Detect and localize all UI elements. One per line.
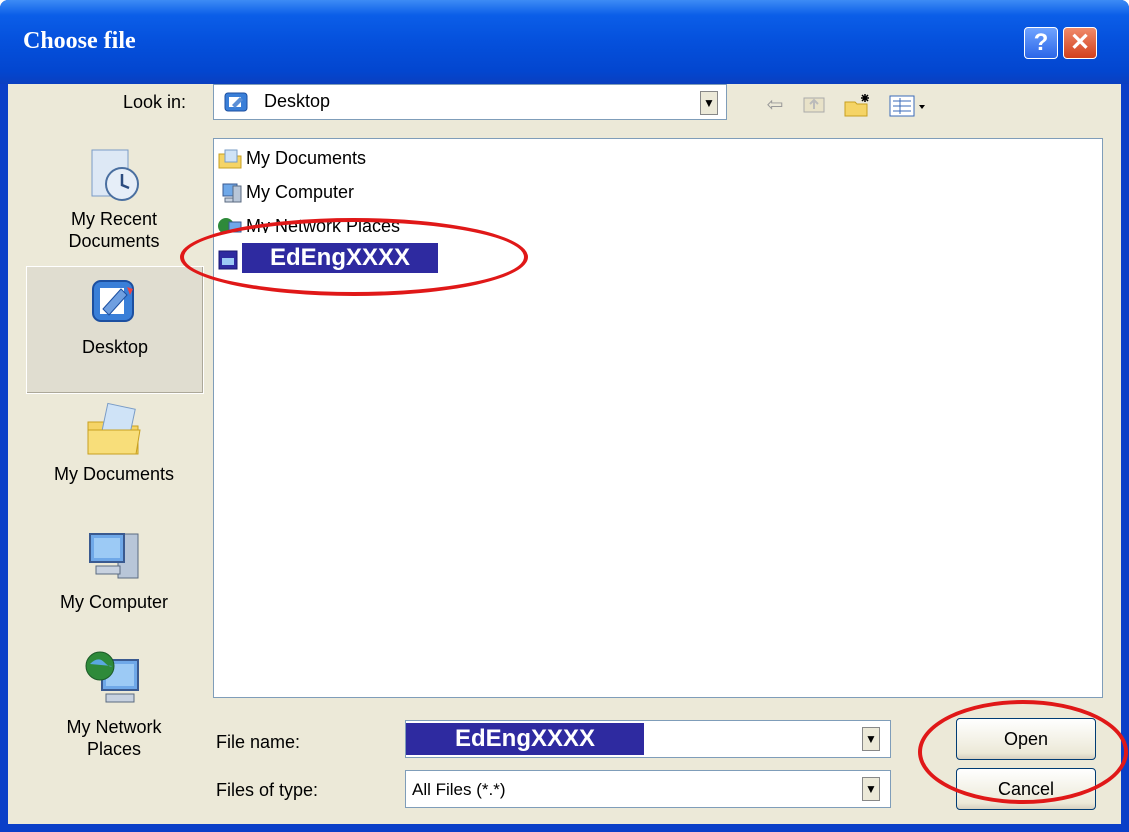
look-in-label: Look in: — [123, 92, 187, 112]
recent-documents-icon — [91, 149, 139, 201]
file-item-my-documents[interactable]: My Documents — [217, 143, 366, 173]
view-menu-icon[interactable] — [885, 92, 935, 118]
file-name: My Computer — [246, 182, 355, 202]
place-my-recent-documents[interactable]: My Recent Documents — [26, 144, 202, 262]
place-my-computer[interactable]: My Computer — [26, 526, 202, 630]
dialog-title: Choose file — [23, 28, 136, 54]
look-in-combo[interactable]: Desktop ▼ — [213, 84, 727, 120]
place-my-documents[interactable]: My Documents — [26, 400, 202, 504]
computer-icon — [222, 183, 242, 203]
help-button[interactable]: ? — [1024, 27, 1058, 59]
place-label: My Recent Documents — [68, 209, 160, 251]
files-of-type-dropdown-arrow[interactable]: ▼ — [862, 777, 880, 801]
network-places-icon — [85, 651, 139, 703]
file-name-dropdown-arrow[interactable]: ▼ — [862, 727, 880, 751]
places-bar: My Recent Documents Desktop My Documents… — [26, 138, 204, 802]
desktop-icon — [224, 92, 248, 112]
my-computer-icon — [89, 533, 139, 579]
file-name-input-value: EdEngXXXX — [406, 723, 644, 755]
look-in-dropdown-arrow[interactable]: ▼ — [700, 91, 718, 115]
annotation-circle-file — [180, 218, 528, 296]
file-name-combo[interactable]: EdEngXXXX ▼ — [405, 720, 891, 758]
my-documents-icon — [87, 402, 141, 455]
annotation-circle-open — [918, 700, 1128, 804]
close-button[interactable]: ✕ — [1063, 27, 1097, 59]
place-my-network-places[interactable]: My Network Places — [26, 646, 202, 776]
files-of-type-combo[interactable]: All Files (*.*) ▼ — [405, 770, 891, 808]
file-item-my-computer[interactable]: My Computer — [217, 177, 354, 207]
up-folder-icon[interactable] — [800, 92, 828, 118]
place-label: Desktop — [81, 337, 149, 357]
place-label: My Computer — [59, 592, 169, 612]
file-name: My Documents — [246, 148, 367, 168]
look-in-value: Desktop — [264, 91, 331, 111]
place-desktop[interactable]: Desktop — [26, 266, 204, 394]
new-folder-icon[interactable] — [843, 92, 873, 118]
place-label: My Network Places — [66, 717, 162, 759]
desktop-icon — [92, 280, 134, 322]
files-of-type-label: Files of type: — [216, 780, 319, 800]
files-of-type-value: All Files (*.*) — [412, 780, 506, 799]
title-bar[interactable]: Choose file ? ✕ — [0, 0, 1129, 84]
file-name-label: File name: — [216, 732, 301, 752]
back-icon[interactable]: ⇦ — [762, 92, 788, 118]
place-label: My Documents — [53, 464, 175, 484]
folder-icon — [218, 149, 242, 169]
